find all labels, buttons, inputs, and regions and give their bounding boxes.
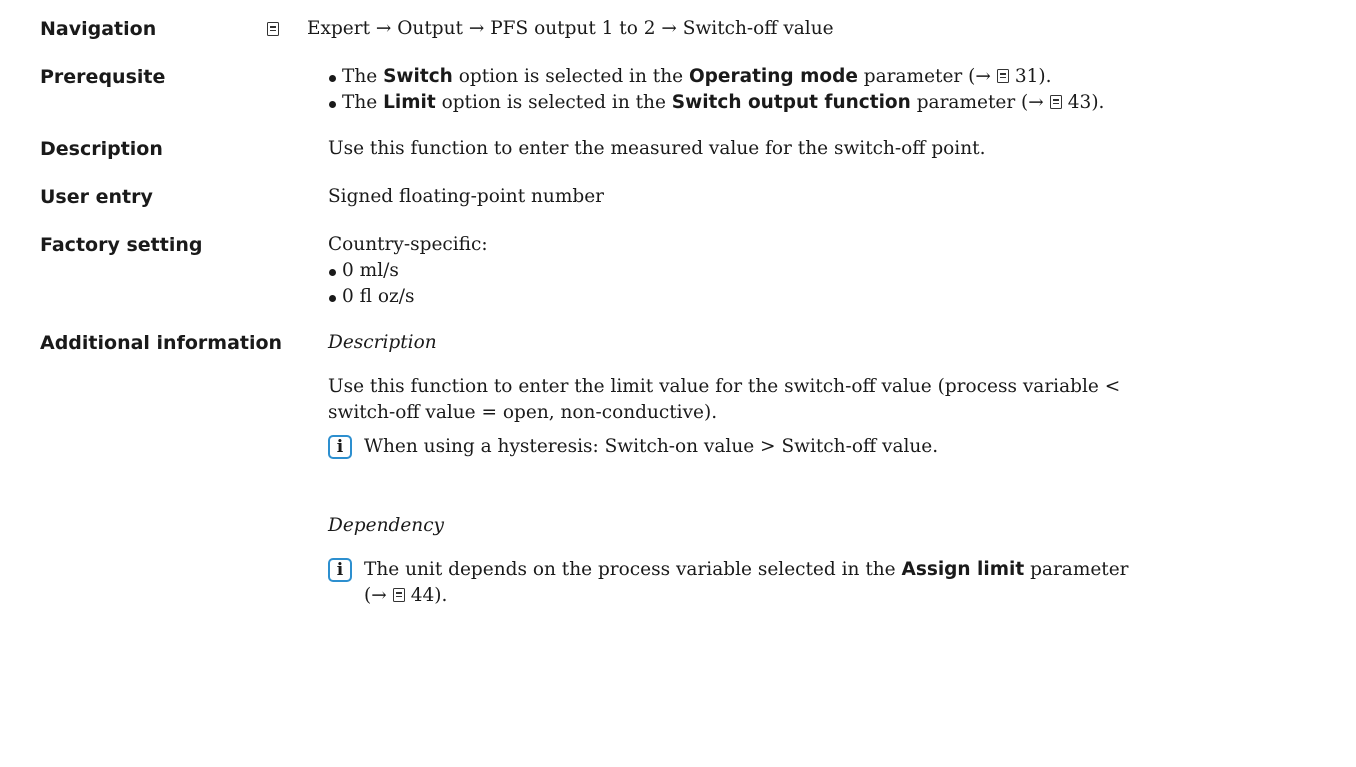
dependency-subheading: Dependency xyxy=(328,515,445,536)
list-item: 0 ml/s xyxy=(328,258,488,284)
page-reference-link[interactable]: 44 xyxy=(411,585,435,606)
list-item: The Limit option is selected in the Swit… xyxy=(328,90,1104,116)
factory-setting-intro: Country-specific: xyxy=(328,234,488,255)
description-subheading: Description xyxy=(328,332,437,353)
prerequisite-label: Prerequsite xyxy=(40,66,166,88)
description-label: Description xyxy=(40,138,163,160)
info-icon: i xyxy=(328,435,352,459)
prerequisite-list: The Switch option is selected in the Ope… xyxy=(328,64,1104,116)
factory-setting-label: Factory setting xyxy=(40,234,203,256)
additional-info-label: Additional information xyxy=(40,332,283,354)
navigation-label: Navigation xyxy=(40,18,157,40)
page-reference-link[interactable]: 43 xyxy=(1068,92,1092,113)
navigation-path: Expert → Output → PFS output 1 to 2 → Sw… xyxy=(307,18,834,39)
factory-setting-value: Country-specific: 0 ml/s 0 fl oz/s xyxy=(328,232,488,310)
hysteresis-note-text: i When using a hysteresis: Switch-on val… xyxy=(328,434,938,460)
page-reference-link[interactable]: 31 xyxy=(1015,66,1039,87)
page-reference-icon xyxy=(392,588,405,602)
additional-description-line2: switch-off value = open, non-conductive)… xyxy=(328,402,718,423)
user-entry-text: Signed floating-point number xyxy=(328,186,605,207)
user-entry-label: User entry xyxy=(40,186,153,208)
list-item: 0 fl oz/s xyxy=(328,284,488,310)
document-icon xyxy=(267,22,279,36)
page-reference-icon xyxy=(1049,95,1062,109)
unit-note-text: i The unit depends on the process variab… xyxy=(328,557,1129,609)
page-reference-icon xyxy=(996,69,1009,83)
description-text: Use this function to enter the measured … xyxy=(328,138,986,159)
additional-description-line1: Use this function to enter the limit val… xyxy=(328,376,1121,397)
list-item: The Switch option is selected in the Ope… xyxy=(328,64,1104,90)
info-icon: i xyxy=(328,558,352,582)
